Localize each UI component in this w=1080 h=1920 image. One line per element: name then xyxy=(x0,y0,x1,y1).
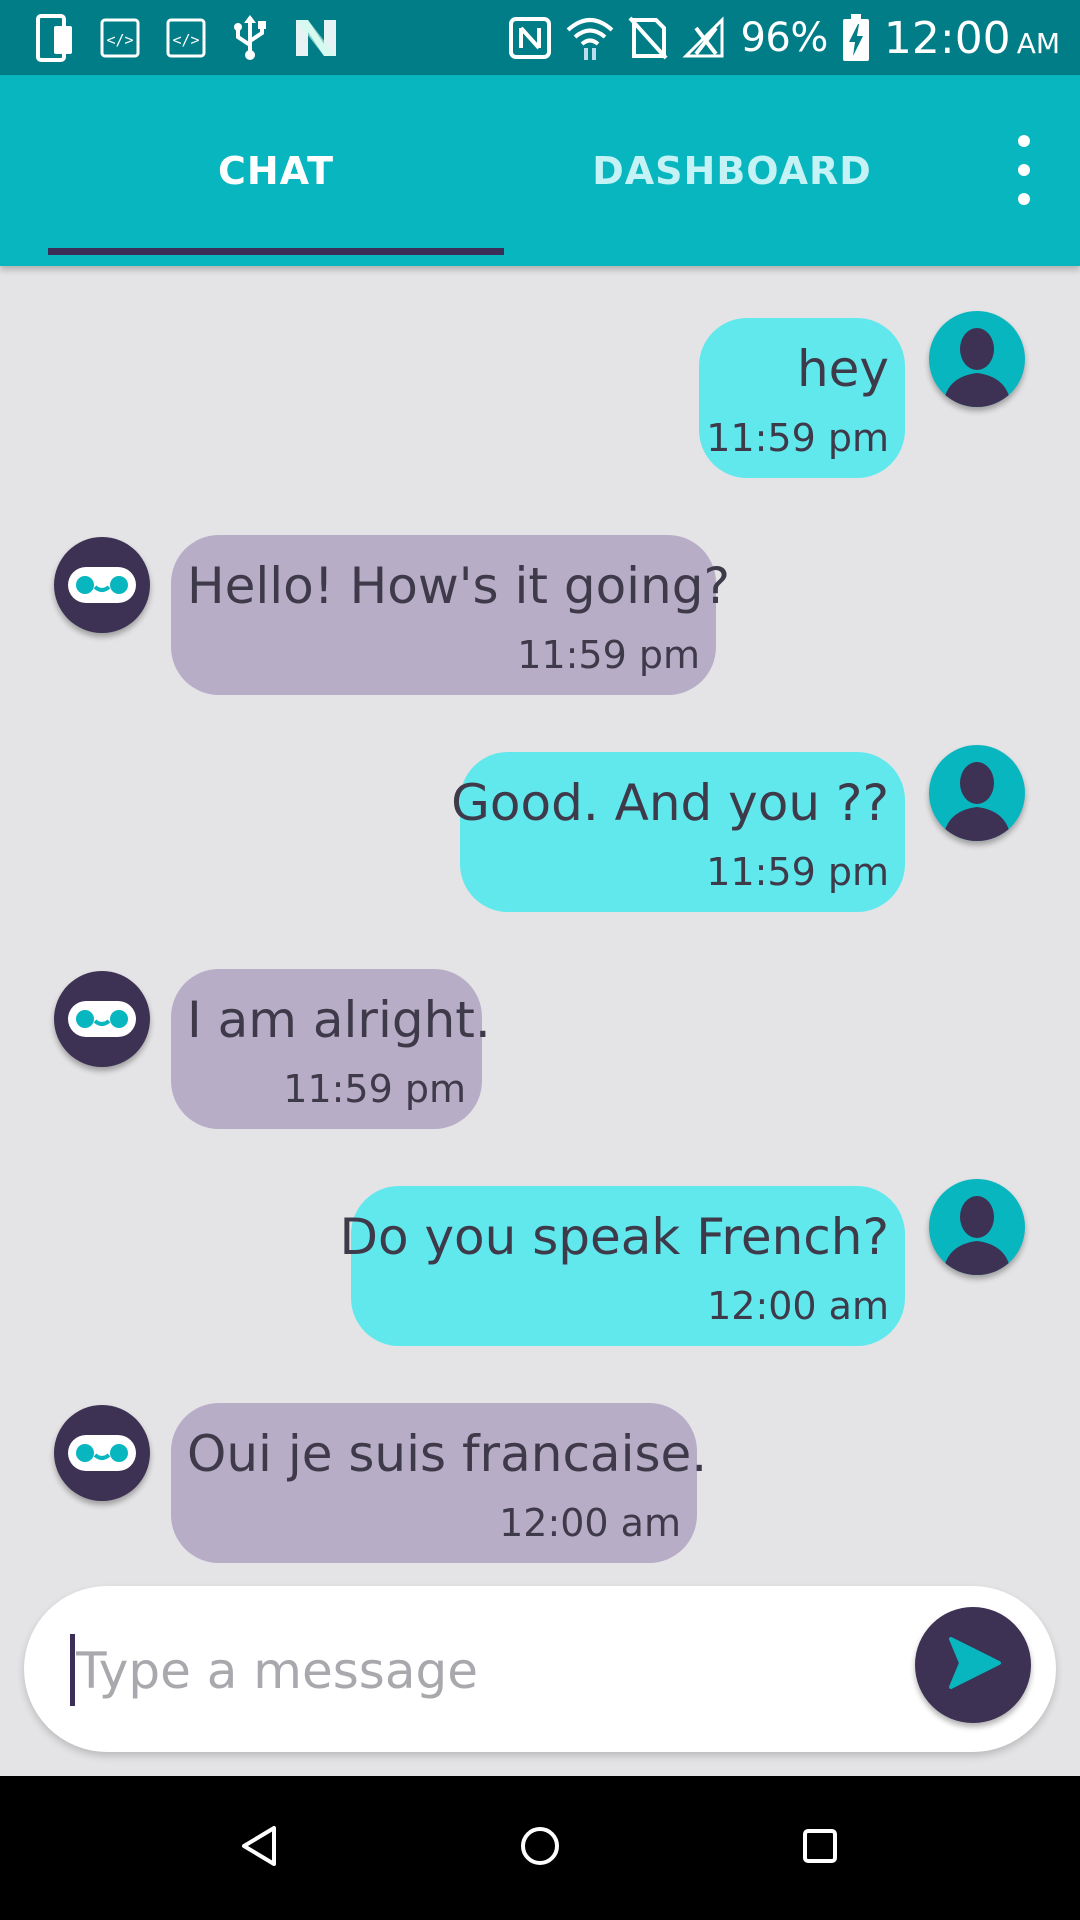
usb-icon xyxy=(232,15,268,61)
tab-chat[interactable]: CHAT xyxy=(48,75,504,266)
message-text: Do you speak French? xyxy=(339,1208,889,1266)
wifi-icon xyxy=(566,16,614,60)
bot-message-bubble: I am alright. 11:59 pm xyxy=(171,969,491,1129)
user-message-bubble: Do you speak French? 12:00 am xyxy=(339,1186,905,1346)
bot-avatar-icon xyxy=(54,1405,150,1501)
send-button[interactable] xyxy=(915,1607,1031,1723)
message-text: Hello! How's it going? xyxy=(187,557,731,615)
bot-avatar-icon xyxy=(54,537,150,633)
code-icon: </> xyxy=(100,18,140,58)
clock-ampm: AM xyxy=(1016,26,1060,60)
message-composer xyxy=(24,1586,1056,1752)
user-message-bubble: hey 11:59 pm xyxy=(699,318,905,478)
message-time: 11:59 pm xyxy=(706,850,889,894)
send-icon xyxy=(941,1631,1005,1699)
message-text: Good. And you ?? xyxy=(451,774,889,832)
user-avatar-icon xyxy=(929,1179,1025,1275)
status-left-icons: </> </> xyxy=(36,14,338,62)
status-right-icons: 96% 12:00 AM xyxy=(508,10,1060,66)
home-button[interactable] xyxy=(504,1812,576,1884)
recents-button[interactable] xyxy=(784,1812,856,1884)
navigation-bar xyxy=(0,1776,1080,1920)
message-time: 11:59 pm xyxy=(706,416,889,460)
back-icon xyxy=(236,1822,284,1874)
bot-message-bubble: Hello! How's it going? 11:59 pm xyxy=(171,535,730,695)
message-text: I am alright. xyxy=(187,991,491,1049)
device-icon xyxy=(36,14,74,62)
message-time: 12:00 am xyxy=(499,1501,681,1545)
home-icon xyxy=(516,1822,564,1874)
message-input[interactable] xyxy=(74,1622,898,1720)
n-logo-icon xyxy=(294,18,338,58)
back-button[interactable] xyxy=(224,1812,296,1884)
app-bar: CHAT DASHBOARD xyxy=(0,75,1080,266)
message-list[interactable]: hey 11:59 pm Hello! How's it going? 11:5… xyxy=(0,266,1080,1586)
recents-icon xyxy=(796,1822,844,1874)
overflow-menu-icon[interactable] xyxy=(994,135,1054,205)
message-time: 11:59 pm xyxy=(517,633,700,677)
message-text: hey xyxy=(796,340,889,398)
battery-charging-icon xyxy=(842,14,870,62)
user-message-bubble: Good. And you ?? 11:59 pm xyxy=(451,752,905,912)
clock-time: 12:00 xyxy=(883,12,1011,64)
tab-dashboard[interactable]: DASHBOARD xyxy=(504,75,960,266)
tab-indicator xyxy=(48,248,504,255)
user-avatar-icon xyxy=(929,745,1025,841)
svg-text:</>: </> xyxy=(106,31,133,49)
no-signal-icon xyxy=(682,16,726,60)
no-sim-icon xyxy=(628,16,668,60)
clock: 12:00 AM xyxy=(884,13,1060,64)
message-item: hey 11:59 pm xyxy=(0,266,1080,478)
code-icon: </> xyxy=(166,18,206,58)
nfc-icon xyxy=(508,16,552,60)
svg-text:</>: </> xyxy=(172,31,199,49)
battery-percent: 96% xyxy=(740,15,828,61)
user-avatar-icon xyxy=(929,311,1025,407)
message-time: 12:00 am xyxy=(707,1284,889,1328)
bot-message-bubble: Oui je suis francaise. 12:00 am xyxy=(171,1403,707,1563)
bot-avatar-icon xyxy=(54,971,150,1067)
status-bar: </> </> 96% 12:00 AM xyxy=(0,0,1080,75)
message-time: 11:59 pm xyxy=(283,1067,466,1111)
message-text: Oui je suis francaise. xyxy=(187,1425,708,1483)
